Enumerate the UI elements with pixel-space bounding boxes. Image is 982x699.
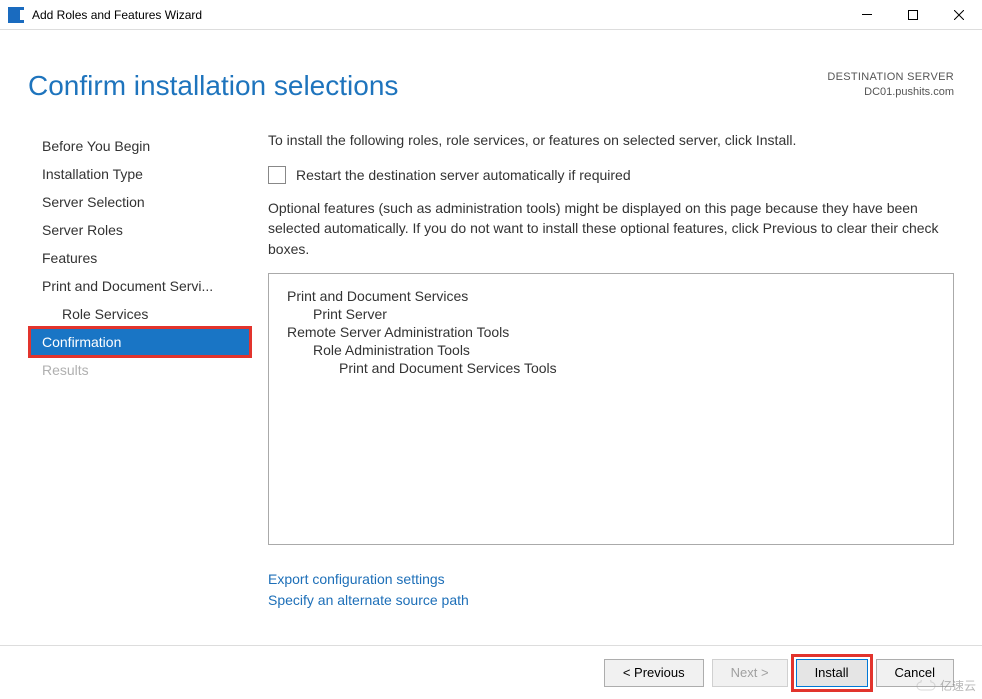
maximize-icon — [908, 10, 918, 20]
nav-item-server-selection[interactable]: Server Selection — [30, 188, 250, 216]
nav-item-results: Results — [30, 356, 250, 384]
destination-label: DESTINATION SERVER — [827, 70, 954, 85]
list-item: Print and Document Services — [287, 288, 935, 304]
titlebar: Add Roles and Features Wizard — [0, 0, 982, 30]
optional-features-text: Optional features (such as administratio… — [268, 198, 954, 259]
install-button[interactable]: Install — [796, 659, 868, 687]
nav-item-confirmation[interactable]: Confirmation — [30, 328, 250, 356]
body: Before You BeginInstallation TypeServer … — [0, 102, 982, 632]
alternate-source-link[interactable]: Specify an alternate source path — [268, 590, 954, 611]
window-title: Add Roles and Features Wizard — [32, 8, 844, 22]
page-title: Confirm installation selections — [28, 70, 827, 102]
close-icon — [954, 10, 964, 20]
list-item: Role Administration Tools — [287, 342, 935, 358]
restart-checkbox-row[interactable]: Restart the destination server automatic… — [268, 166, 954, 184]
wizard-footer: < Previous Next > Install Cancel — [0, 645, 982, 699]
cloud-icon — [916, 680, 936, 692]
maximize-button[interactable] — [890, 0, 936, 29]
wizard-nav: Before You BeginInstallation TypeServer … — [0, 132, 250, 632]
list-item: Remote Server Administration Tools — [287, 324, 935, 340]
minimize-icon — [862, 14, 872, 15]
watermark: 亿速云 — [916, 677, 976, 694]
selections-listbox[interactable]: Print and Document Services Print Server R… — [268, 273, 954, 545]
close-button[interactable] — [936, 0, 982, 29]
export-settings-link[interactable]: Export configuration settings — [268, 569, 954, 590]
nav-item-print-and-document-servi[interactable]: Print and Document Servi... — [30, 272, 250, 300]
checkbox-icon[interactable] — [268, 166, 286, 184]
wizard-icon — [8, 7, 24, 23]
nav-item-features[interactable]: Features — [30, 244, 250, 272]
previous-button[interactable]: < Previous — [604, 659, 704, 687]
main-content: To install the following roles, role ser… — [250, 132, 982, 632]
list-item: Print and Document Services Tools — [287, 360, 935, 376]
nav-item-server-roles[interactable]: Server Roles — [30, 216, 250, 244]
minimize-button[interactable] — [844, 0, 890, 29]
destination-info: DESTINATION SERVER DC01.pushits.com — [827, 70, 954, 101]
header: Confirm installation selections DESTINAT… — [0, 30, 982, 102]
watermark-text: 亿速云 — [940, 677, 976, 694]
window-controls — [844, 0, 982, 29]
nav-item-installation-type[interactable]: Installation Type — [30, 160, 250, 188]
destination-value: DC01.pushits.com — [827, 85, 954, 100]
restart-checkbox-label: Restart the destination server automatic… — [296, 167, 631, 183]
list-item: Print Server — [287, 306, 935, 322]
links-area: Export configuration settings Specify an… — [268, 569, 954, 611]
nav-item-before-you-begin[interactable]: Before You Begin — [30, 132, 250, 160]
instruction-text: To install the following roles, role ser… — [268, 132, 954, 148]
nav-item-role-services[interactable]: Role Services — [30, 300, 250, 328]
next-button: Next > — [712, 659, 788, 687]
